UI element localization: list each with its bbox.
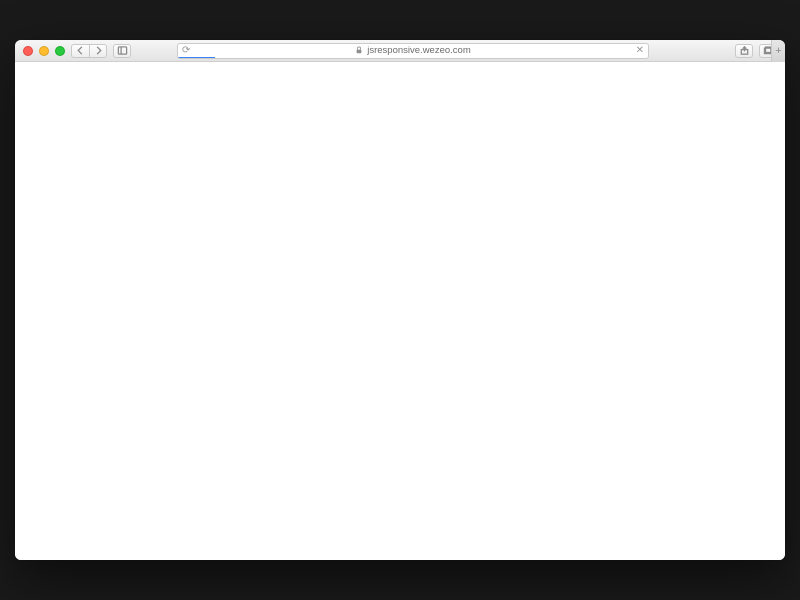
chevron-left-icon xyxy=(75,45,86,56)
close-window-button[interactable] xyxy=(23,46,33,56)
sidebar-toggle-button[interactable] xyxy=(113,44,131,58)
reload-icon: ⟳ xyxy=(182,45,190,56)
address-url: jsresponsive.wezeo.com xyxy=(367,45,471,56)
address-bar[interactable]: ⟳ jsresponsive.wezeo.com ✕ xyxy=(177,43,649,59)
browser-toolbar: ⟳ jsresponsive.wezeo.com ✕ xyxy=(15,40,785,62)
new-tab-button[interactable]: + xyxy=(771,40,785,62)
share-icon xyxy=(739,45,750,56)
zoom-window-button[interactable] xyxy=(55,46,65,56)
sidebar-icon xyxy=(117,45,128,56)
page-load-progress xyxy=(177,57,215,59)
plus-icon: + xyxy=(775,45,781,57)
page-viewport xyxy=(15,62,785,560)
back-button[interactable] xyxy=(71,44,89,58)
forward-button[interactable] xyxy=(89,44,107,58)
lock-icon xyxy=(355,46,363,56)
window-controls xyxy=(23,46,65,56)
chevron-right-icon xyxy=(93,45,104,56)
minimize-window-button[interactable] xyxy=(39,46,49,56)
share-button[interactable] xyxy=(735,44,753,58)
back-forward-group xyxy=(71,44,107,58)
browser-window: ⟳ jsresponsive.wezeo.com ✕ xyxy=(15,40,785,560)
stop-load-button[interactable]: ✕ xyxy=(636,45,644,56)
